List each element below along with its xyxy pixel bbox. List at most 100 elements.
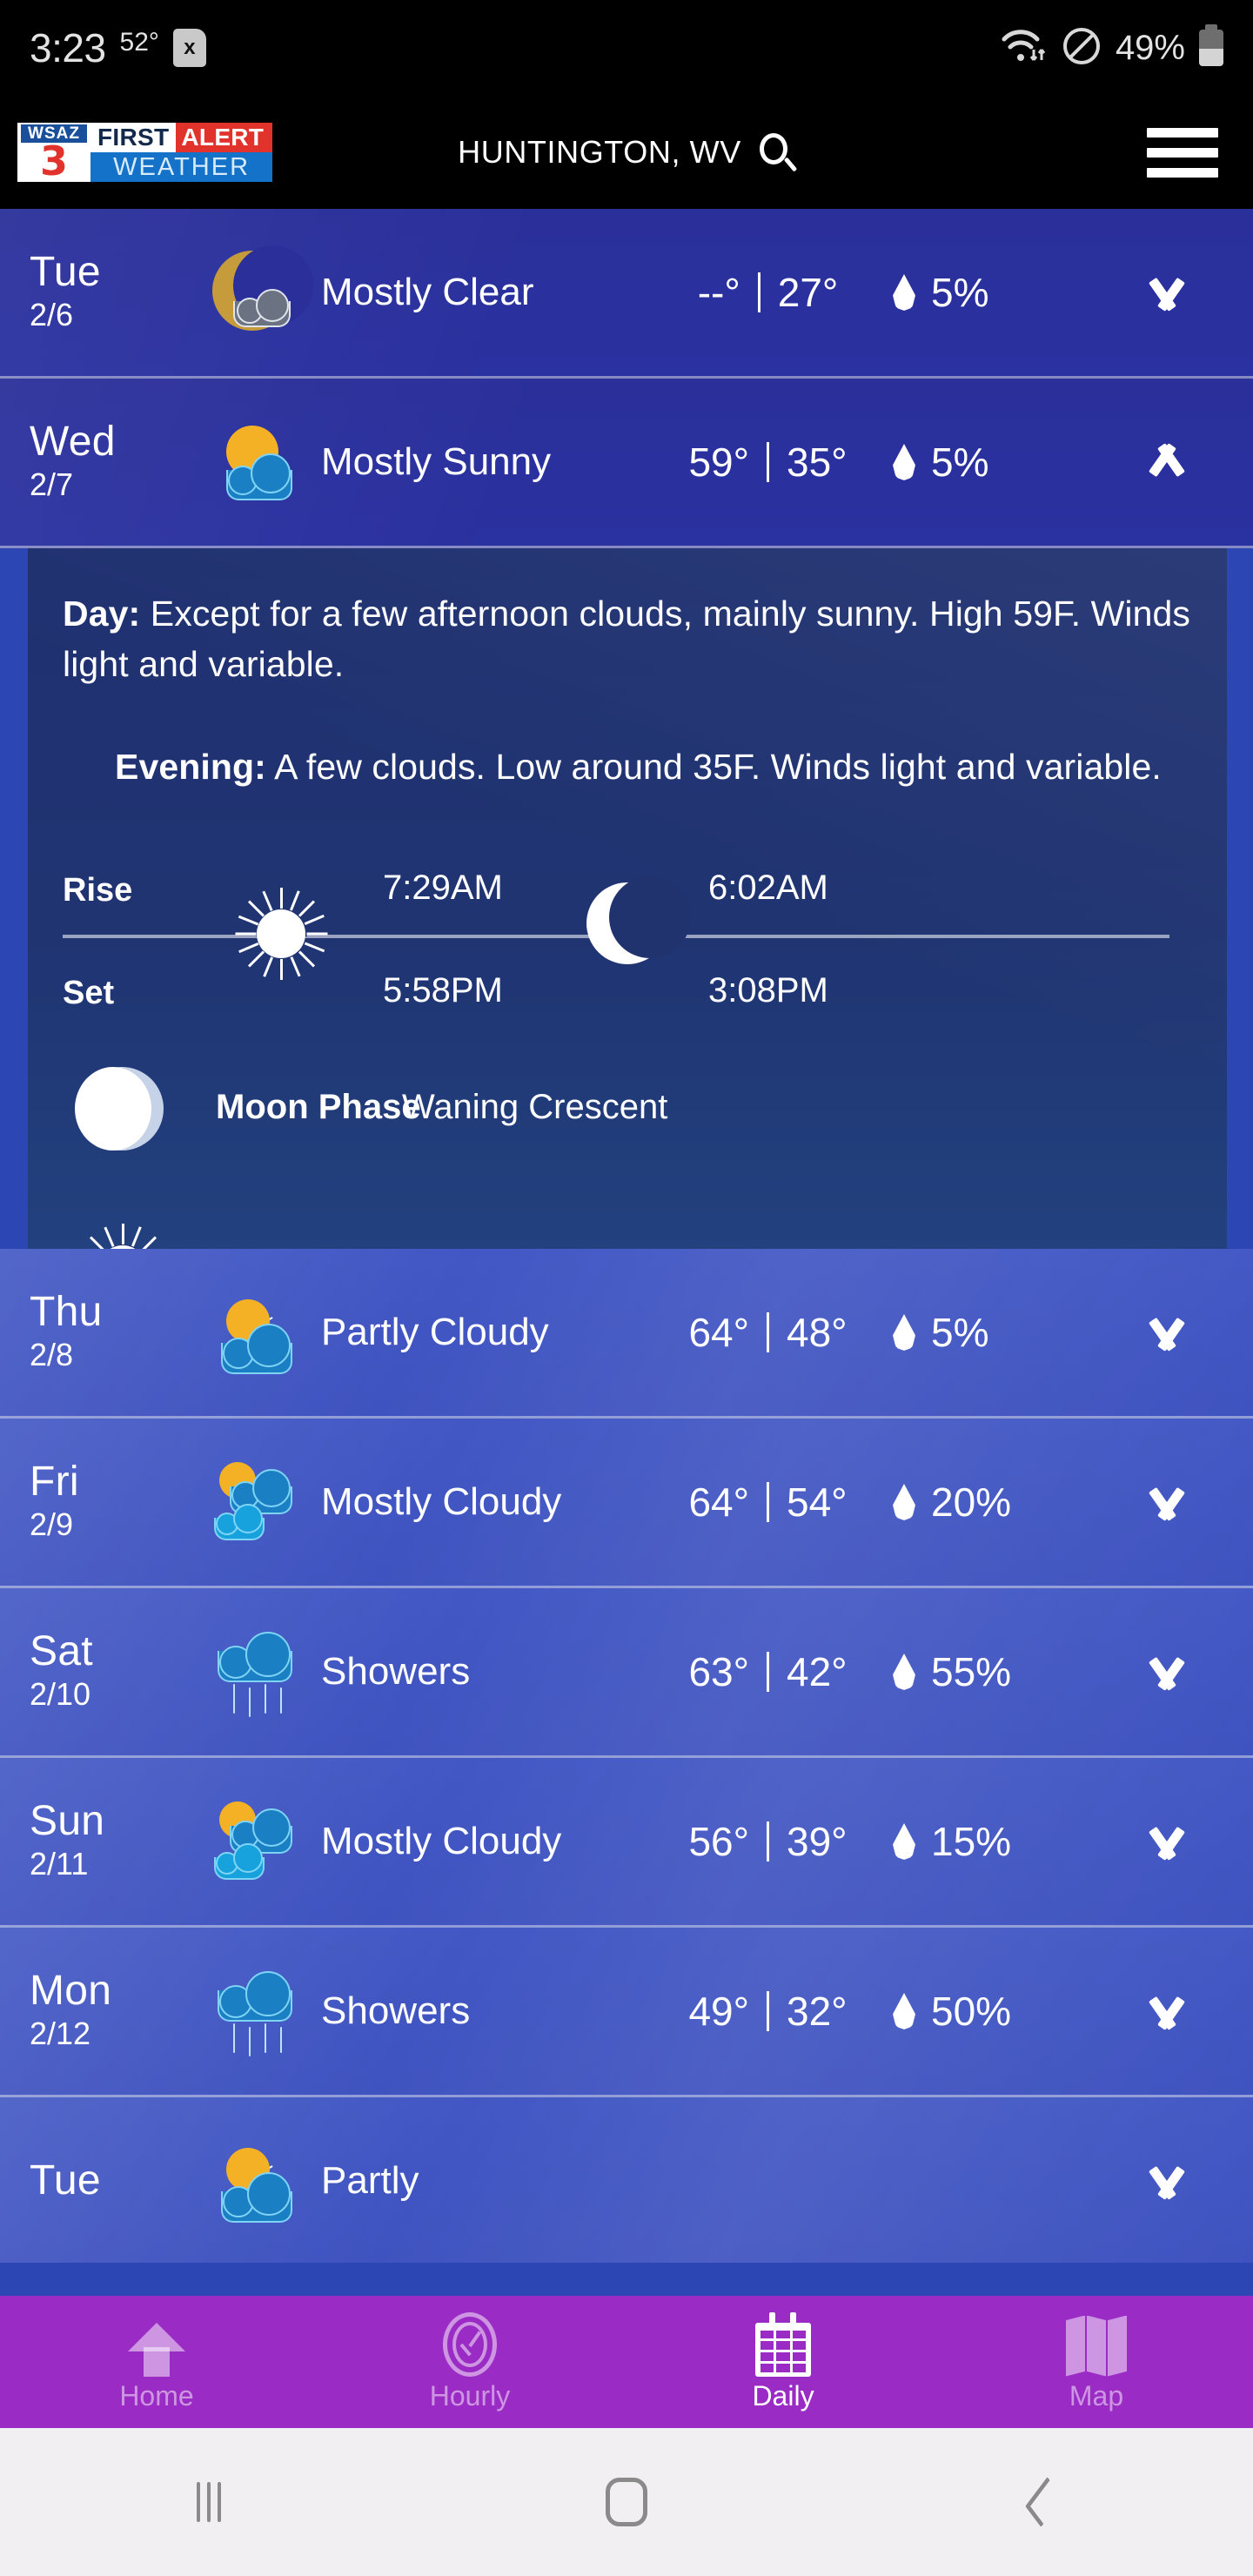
nav-label-map: Map: [1069, 2379, 1124, 2412]
high-temp: 59°: [688, 439, 749, 485]
sun-moon-times-section: Rise Set 7:29AM 5:58PM 6:02AM 3:08PM: [63, 853, 1192, 1018]
temp-divider: [767, 1312, 769, 1352]
forecast-row-tue[interactable]: Tue 2/6 Mostly Clear --° 27° 5%: [0, 209, 1253, 379]
android-navigation-bar[interactable]: [0, 2428, 1253, 2576]
temperature-range: --° 27°: [643, 269, 893, 316]
sunset-time: 5:58PM: [383, 971, 503, 1010]
moonset-time: 3:08PM: [708, 971, 828, 1010]
day-forecast-label: Day:: [63, 594, 141, 634]
forecast-day-column: Wed 2/7: [30, 419, 191, 505]
nav-item-hourly[interactable]: Hourly: [313, 2311, 626, 2412]
precipitation-group: 55%: [893, 1648, 1110, 1695]
day-date: 2/8: [30, 1337, 74, 1372]
forecast-day-column: Fri 2/9: [30, 1459, 191, 1545]
nav-label-home: Home: [119, 2379, 194, 2412]
day-of-week: Sun: [30, 1798, 105, 1844]
day-date: 2/10: [30, 1676, 91, 1712]
precip-percent: 5%: [931, 270, 989, 315]
evening-forecast-label: Evening:: [115, 747, 266, 787]
forecast-day-column: Sun 2/11: [30, 1799, 191, 1884]
forecast-day-column: Sat 2/10: [30, 1629, 191, 1714]
chevron-down-icon[interactable]: [1110, 1656, 1223, 1691]
day-of-week: Sat: [30, 1628, 93, 1674]
temperature-range: 64° 54°: [643, 1479, 893, 1526]
water-drop-icon: [893, 1484, 915, 1520]
evening-forecast-text: A few clouds. Low around 35F. Winds ligh…: [265, 747, 1162, 787]
precip-percent: 5%: [931, 1310, 989, 1355]
high-temp: 49°: [688, 1989, 749, 2034]
forecast-row-mon[interactable]: Mon 2/12 Showers 49° 32° 50%: [0, 1928, 1253, 2097]
station-channel-number: 3: [39, 138, 68, 184]
chevron-down-icon[interactable]: [1110, 1317, 1223, 1352]
low-temp: 35°: [787, 439, 848, 485]
moonrise-time: 6:02AM: [708, 869, 828, 907]
battery-icon: [1199, 24, 1223, 66]
forecast-day-column: Tue: [30, 2158, 191, 2204]
precipitation-group: 5%: [893, 269, 1110, 316]
bottom-navigation-bar[interactable]: Home Hourly Daily Map: [0, 2296, 1253, 2428]
low-temp: 39°: [787, 1819, 848, 1864]
daily-forecast-list[interactable]: Tue 2/6 Mostly Clear --° 27° 5% Wed 2/7 …: [0, 209, 1253, 2263]
search-icon[interactable]: [757, 133, 798, 172]
rain-cloud-icon: [191, 1959, 321, 2063]
chevron-down-icon[interactable]: [1110, 277, 1223, 312]
chevron-down-icon[interactable]: [1110, 1826, 1223, 1861]
precip-percent: 15%: [931, 1819, 1012, 1864]
moon-phase-icon: [75, 1063, 171, 1159]
moon-cloud-icon: [191, 240, 321, 345]
recents-icon[interactable]: [0, 2482, 418, 2522]
rise-label: Rise: [63, 872, 133, 909]
sun-behind-cloud-icon: [191, 2129, 321, 2233]
weather-app-screen: 3:23 52° x 49% WSAZ 3 FIRST ALERT WEATHE…: [0, 0, 1253, 2576]
temperature-range: 63° 42°: [643, 1648, 893, 1695]
current-location-label[interactable]: HUNTINGTON, WV: [458, 134, 741, 171]
nav-label-daily: Daily: [752, 2379, 814, 2412]
low-temp: 32°: [787, 1989, 848, 2034]
forecast-day-column: Mon 2/12: [30, 1969, 191, 2054]
forecast-row-thu[interactable]: Thu 2/8 Partly Cloudy 64° 48° 5%: [0, 1249, 1253, 1419]
water-drop-icon: [893, 1993, 915, 2029]
chevron-down-icon[interactable]: [1110, 1996, 1223, 2030]
chevron-down-icon[interactable]: [1110, 2165, 1223, 2200]
day-of-week: Fri: [30, 1459, 79, 1505]
battery-percentage: 49%: [1115, 28, 1185, 67]
station-logo[interactable]: WSAZ 3 FIRST ALERT WEATHER: [17, 123, 273, 182]
calendar-icon: [755, 2311, 811, 2377]
precipitation-group: 15%: [893, 1818, 1110, 1865]
chevron-down-icon[interactable]: [1110, 1486, 1223, 1521]
wifi-icon: [1001, 27, 1048, 70]
forecast-day-column: Thu 2/8: [30, 1290, 191, 1375]
forecast-row-fri[interactable]: Fri 2/9 Mostly Cloudy 64° 54° 20%: [0, 1419, 1253, 1588]
status-temperature: 52°: [119, 28, 159, 57]
precip-percent: 55%: [931, 1649, 1012, 1694]
forecast-row-tue-next[interactable]: Tue Partly: [0, 2097, 1253, 2263]
hamburger-bar: [1147, 167, 1218, 178]
forecast-row-sun[interactable]: Sun 2/11 Mostly Cloudy 56° 39° 15%: [0, 1758, 1253, 1928]
day-date: 2/7: [30, 466, 74, 502]
clock-icon: [443, 2311, 497, 2377]
temp-divider: [767, 1991, 769, 2031]
home-pill-icon[interactable]: [418, 2478, 835, 2526]
first-alert-weather-block: FIRST ALERT WEATHER: [90, 123, 273, 182]
chevron-up-icon[interactable]: [1110, 443, 1223, 478]
nav-item-map[interactable]: Map: [940, 2312, 1253, 2412]
do-not-disturb-icon: [1062, 26, 1102, 70]
water-drop-icon: [893, 1654, 915, 1690]
status-bar-left: 3:23 52° x: [30, 24, 206, 71]
back-chevron-icon[interactable]: [835, 2476, 1253, 2528]
sun-behind-cloud-icon: [191, 1280, 321, 1385]
forecast-day-column: Tue 2/6: [30, 250, 191, 335]
hamburger-menu-icon[interactable]: [1147, 127, 1218, 178]
wsaz-channel-block: WSAZ 3: [17, 123, 90, 182]
nav-item-home[interactable]: Home: [0, 2312, 313, 2412]
hamburger-bar: [1147, 127, 1218, 138]
forecast-row-wed[interactable]: Wed 2/7 Mostly Sunny 59° 35° 5%: [0, 379, 1253, 548]
nav-item-daily[interactable]: Daily: [626, 2311, 940, 2412]
forecast-row-sat[interactable]: Sat 2/10 Showers 63° 42° 55%: [0, 1588, 1253, 1758]
day-date: 2/12: [30, 2016, 91, 2051]
crescent-moon-icon: [576, 876, 691, 985]
logo-alert-text: ALERT: [176, 123, 273, 152]
condition-text: Mostly Cloudy: [321, 1820, 562, 1862]
nav-label-hourly: Hourly: [429, 2379, 511, 2412]
status-bar-right: 49%: [1001, 24, 1223, 70]
